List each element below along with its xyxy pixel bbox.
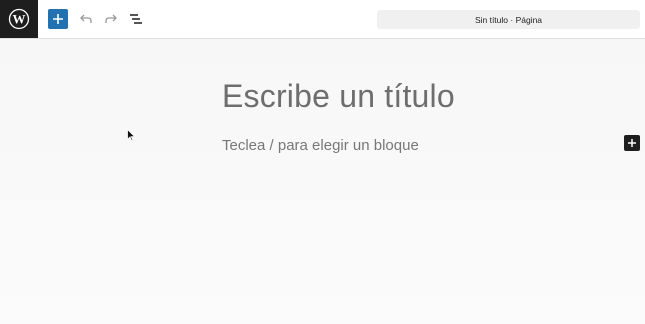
list-view-icon xyxy=(130,14,142,24)
document-title: Sin título · Página xyxy=(474,14,543,25)
mouse-cursor-icon xyxy=(127,129,135,142)
svg-text:W: W xyxy=(13,12,26,27)
block-inserter-button[interactable] xyxy=(624,135,640,151)
post-title-input[interactable]: Escribe un título xyxy=(222,78,455,115)
wordpress-icon: W xyxy=(8,8,30,30)
wordpress-logo-button[interactable]: W xyxy=(0,0,38,38)
plus-icon xyxy=(628,139,636,147)
undo-button[interactable] xyxy=(76,9,96,29)
document-title-bar[interactable]: Sin título · Página xyxy=(377,10,640,29)
redo-icon xyxy=(105,14,117,23)
default-block-placeholder[interactable]: Teclea / para elegir un bloque xyxy=(222,137,419,154)
redo-button[interactable] xyxy=(101,9,121,29)
add-block-button[interactable] xyxy=(48,9,68,29)
plus-icon xyxy=(53,14,63,24)
editor-top-toolbar: W Sin título · Página xyxy=(0,0,645,39)
list-view-button[interactable] xyxy=(126,9,146,29)
undo-icon xyxy=(80,14,92,23)
